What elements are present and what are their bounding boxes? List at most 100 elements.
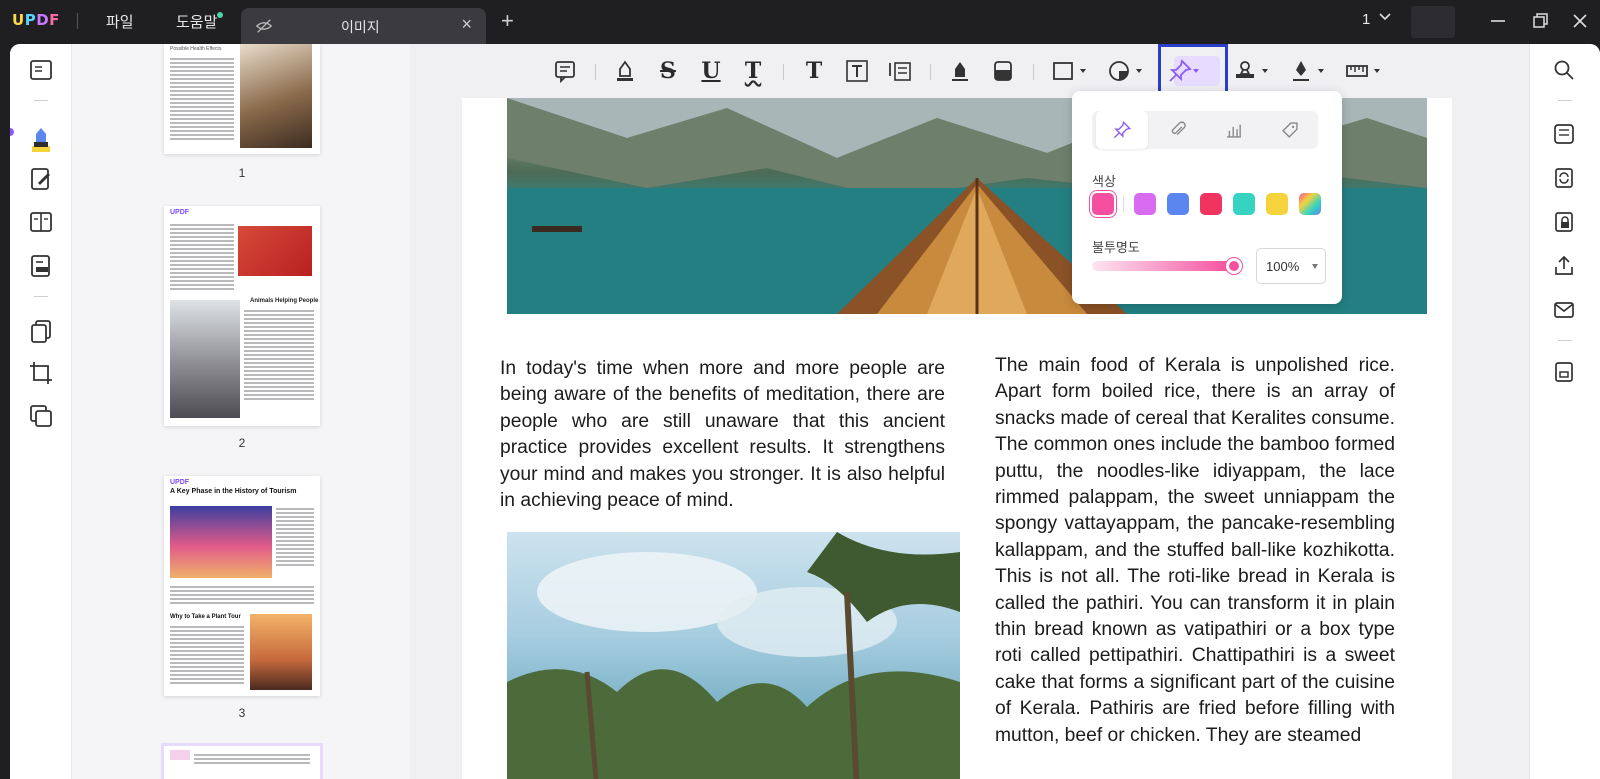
close-window-icon[interactable] xyxy=(1569,10,1591,32)
edit-pdf-icon[interactable] xyxy=(28,166,54,192)
share-icon[interactable] xyxy=(1552,254,1576,278)
protect-icon[interactable] xyxy=(1552,210,1576,234)
left-toolbar xyxy=(10,44,72,779)
reindeer-photo xyxy=(238,226,312,276)
menu-file[interactable]: 파일 xyxy=(106,11,134,32)
thumbnail-heading: A Key Phase in the History of Tourism xyxy=(170,488,297,495)
thumbnail-logo: UPDF xyxy=(170,209,190,216)
email-icon[interactable] xyxy=(1552,298,1576,322)
ocr-icon[interactable] xyxy=(1552,122,1576,146)
convert-icon[interactable] xyxy=(1552,166,1576,190)
underline-icon[interactable]: U xyxy=(698,58,724,84)
search-icon[interactable] xyxy=(1552,58,1576,82)
caret-down-icon[interactable] xyxy=(1136,69,1142,73)
minimize-icon[interactable] xyxy=(1487,10,1509,32)
palm-trees-illustration xyxy=(507,532,960,779)
color-swatch-red[interactable] xyxy=(1200,193,1222,215)
title-separator xyxy=(77,13,78,29)
tab-chart[interactable] xyxy=(1208,111,1260,149)
color-swatch-pink-selected[interactable] xyxy=(1092,193,1114,215)
eraser-icon[interactable] xyxy=(990,58,1016,84)
opacity-value: 100% xyxy=(1266,259,1300,274)
opacity-select[interactable]: 100% xyxy=(1256,248,1326,284)
thumbnail-logo-mark xyxy=(170,750,190,760)
crop-icon[interactable] xyxy=(28,360,54,386)
organize-pages-icon[interactable] xyxy=(28,318,54,344)
thumbnail-page-1[interactable]: Possible Health Effects xyxy=(164,44,320,154)
right-toolbar xyxy=(1529,44,1600,779)
note-icon[interactable] xyxy=(552,58,578,84)
opacity-slider-handle[interactable] xyxy=(1226,258,1242,274)
reader-icon[interactable] xyxy=(28,57,54,83)
caret-down-icon xyxy=(1312,264,1318,269)
text-callout-icon[interactable] xyxy=(887,58,913,84)
tab-label: 이미지 xyxy=(341,20,380,36)
notification-dot xyxy=(217,12,223,18)
toolbar-divider xyxy=(783,64,784,80)
color-swatch-teal[interactable] xyxy=(1233,193,1255,215)
color-swatch-blue[interactable] xyxy=(1167,193,1189,215)
opacity-slider[interactable] xyxy=(1092,261,1232,271)
color-swatch-custom[interactable] xyxy=(1299,193,1321,215)
sidebar-divider xyxy=(34,100,48,101)
chart-icon xyxy=(1227,124,1241,138)
title-bar: UPDF 파일 도움말 이미지 × + 1 xyxy=(0,0,1600,44)
pin-options-popover: 색상 불투명도 100% xyxy=(1072,91,1342,304)
caret-down-icon[interactable] xyxy=(1374,69,1380,73)
opacity-label: 불투명도 xyxy=(1092,241,1140,256)
chevron-down-icon[interactable] xyxy=(1378,10,1392,24)
signature-icon[interactable] xyxy=(1288,58,1314,84)
thumbnail-page-2[interactable]: UPDF Animals Helping People xyxy=(164,206,320,426)
rectangle-icon[interactable] xyxy=(1050,58,1076,84)
comment-tool-active-icon[interactable] xyxy=(22,120,60,158)
swatch-divider xyxy=(1123,196,1124,212)
page-layout-icon[interactable] xyxy=(28,209,54,235)
shape-icon[interactable] xyxy=(1106,58,1132,84)
sidebar-divider xyxy=(1558,100,1572,101)
tab-attachment[interactable] xyxy=(1152,111,1204,149)
highlighter-icon[interactable] xyxy=(612,58,638,84)
color-swatch-violet[interactable] xyxy=(1134,193,1156,215)
app-logo: UPDF xyxy=(12,11,60,29)
strikethrough-icon[interactable]: S xyxy=(655,58,681,84)
restore-icon[interactable] xyxy=(1529,10,1551,32)
thumbnail-page-4[interactable] xyxy=(164,746,320,779)
tab-image[interactable]: 이미지 × xyxy=(241,8,486,44)
measure-icon[interactable] xyxy=(1344,58,1370,84)
tab-pin[interactable] xyxy=(1096,111,1148,149)
right-paragraph[interactable]: The main food of Kerala is unpolished ri… xyxy=(995,353,1395,749)
left-paragraph[interactable]: In today's time when more and more peopl… xyxy=(500,356,945,514)
user-avatar[interactable] xyxy=(1411,6,1455,38)
caret-down-icon[interactable] xyxy=(1318,69,1324,73)
app-body: Possible Health Effects 1 UPDF Animals H… xyxy=(10,44,1600,779)
pin-type-tabs xyxy=(1092,111,1318,149)
thumbnails-panel: Possible Health Effects 1 UPDF Animals H… xyxy=(72,44,410,779)
text-icon[interactable]: T xyxy=(801,58,827,84)
add-tab-button[interactable]: + xyxy=(501,8,514,34)
pin-icon xyxy=(1113,120,1132,139)
sidebar-divider xyxy=(34,296,48,297)
page-indicator[interactable]: 1 xyxy=(1362,11,1370,28)
thumbnail-heading: Possible Health Effects xyxy=(170,46,222,52)
pencil-icon[interactable] xyxy=(947,58,973,84)
textbox-icon[interactable] xyxy=(844,58,870,84)
page-number-2: 2 xyxy=(238,436,246,450)
toolbar-divider xyxy=(1033,64,1034,80)
city-photo xyxy=(170,506,272,578)
layers-icon[interactable] xyxy=(28,403,54,429)
form-icon[interactable] xyxy=(28,253,54,279)
thumbnail-heading: Animals Helping People xyxy=(250,298,319,304)
palm-trees-photo[interactable] xyxy=(507,532,960,779)
menu-help[interactable]: 도움말 xyxy=(176,11,217,32)
color-swatch-yellow[interactable] xyxy=(1266,193,1288,215)
caret-down-icon[interactable] xyxy=(1080,69,1086,73)
tab-tag[interactable] xyxy=(1264,111,1316,149)
toolbar-divider xyxy=(595,64,596,80)
squiggly-icon[interactable]: T xyxy=(740,58,766,84)
save-icon[interactable] xyxy=(1552,360,1576,384)
stamp-icon[interactable] xyxy=(1232,58,1258,84)
close-tab-icon[interactable]: × xyxy=(461,14,472,35)
caret-down-icon[interactable] xyxy=(1262,69,1268,73)
hide-icon[interactable] xyxy=(255,17,273,35)
thumbnail-page-3[interactable]: UPDF A Key Phase in the History of Touri… xyxy=(164,476,320,696)
